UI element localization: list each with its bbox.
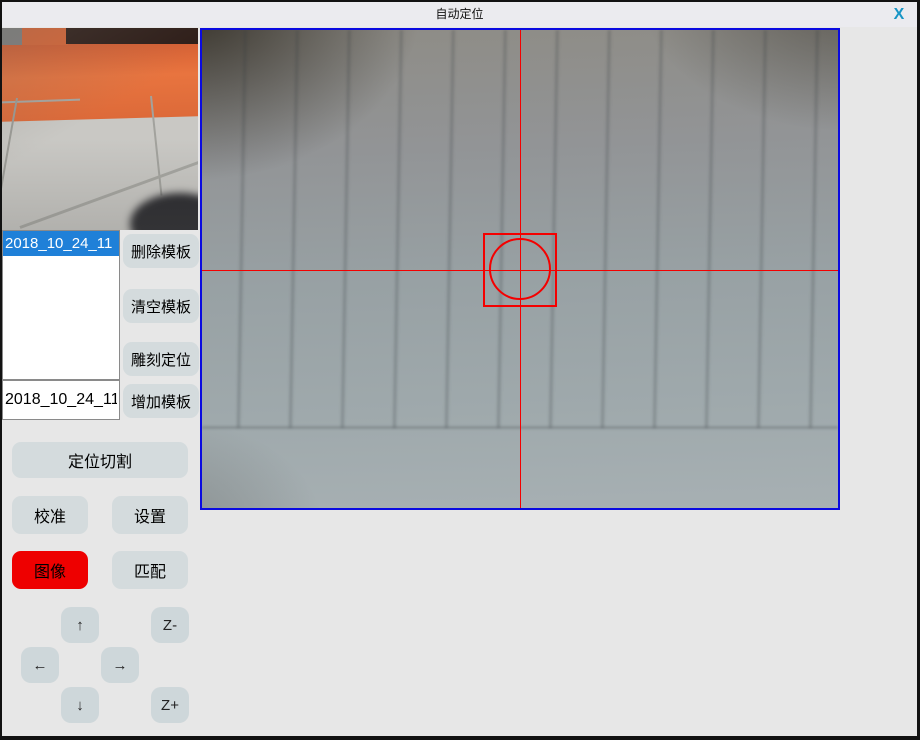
target-circle-overlay [489,238,551,300]
delete-template-button[interactable]: 删除模板 [123,234,199,268]
jog-z-plus-button[interactable]: Z+ [151,687,189,723]
template-preview-image [2,28,198,230]
template-list[interactable]: 2018_10_24_11 [2,230,120,380]
clear-templates-button[interactable]: 清空模板 [123,289,199,323]
title-bar: 自动定位 X [2,2,917,27]
close-icon[interactable]: X [888,4,910,25]
template-list-item[interactable]: 2018_10_24_11 [3,231,119,256]
dialog-title: 自动定位 [2,2,917,27]
jog-right-button[interactable]: → [101,647,139,683]
calibrate-button[interactable]: 校准 [12,496,88,534]
match-button[interactable]: 匹配 [112,551,188,589]
jog-left-button[interactable]: ← [21,647,59,683]
jog-up-button[interactable]: ↑ [61,607,99,643]
camera-view[interactable] [200,28,840,510]
template-name-input[interactable] [2,380,120,420]
image-button-active[interactable]: 图像 [12,551,88,589]
jog-z-minus-button[interactable]: Z- [151,607,189,643]
jog-down-button[interactable]: ↓ [61,687,99,723]
position-cut-button[interactable]: 定位切割 [12,442,188,478]
engrave-position-button[interactable]: 雕刻定位 [123,342,199,376]
auto-position-dialog: 自动定位 X 2018_10_24_11 删除模板 清空模板 雕刻定位 增加模板… [0,0,920,740]
add-template-button[interactable]: 增加模板 [123,384,199,418]
thumb-shading [2,28,198,230]
settings-button[interactable]: 设置 [112,496,188,534]
